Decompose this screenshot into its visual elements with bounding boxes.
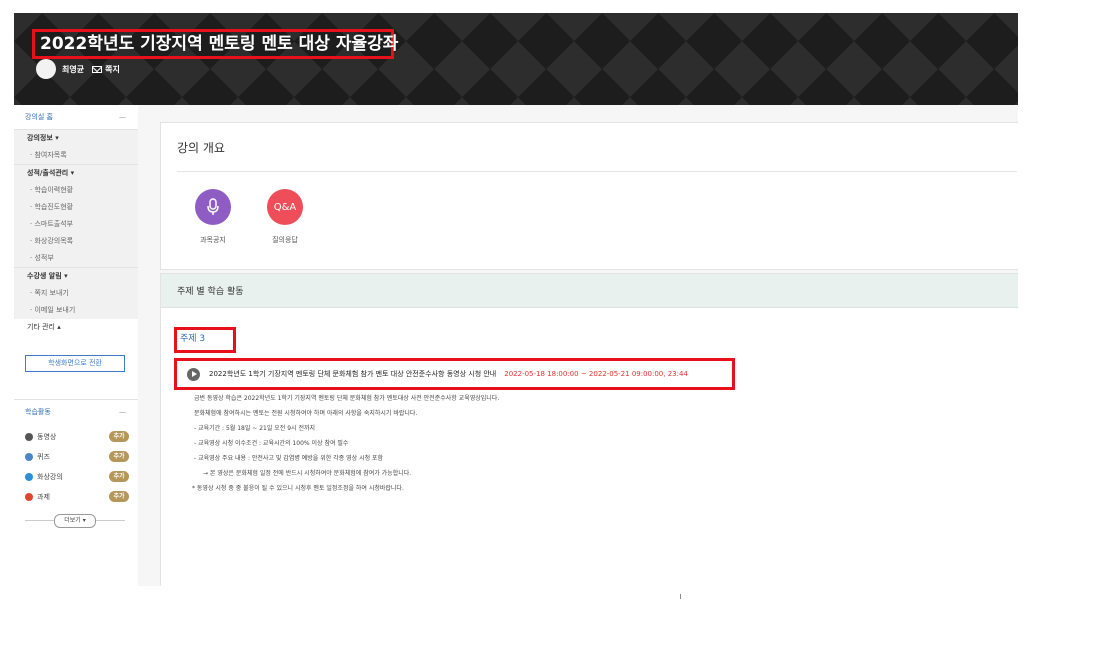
description-line: - 교육영상 주요 내용 : 안전사고 및 감염병 예방을 위한 각종 영상 시… [194, 455, 384, 462]
topics-header: 주제 별 학습 활동 [161, 274, 1018, 308]
course-header: 2022학년도 기장지역 멘토링 멘토 대상 자율강좌 최영균 쪽지 [14, 13, 1018, 105]
video-title[interactable]: 2022학년도 1학기 기장지역 멘토링 단체 문화체험 참가 멘토 대상 안전… [209, 369, 496, 379]
video-conference-icon [25, 473, 33, 481]
activity-quiz[interactable]: 퀴즈 추가 [25, 450, 129, 464]
add-button[interactable]: 추가 [109, 471, 129, 482]
add-button[interactable]: 추가 [109, 451, 129, 462]
sidebar-item-gradebook[interactable]: · 성적부 [14, 250, 138, 267]
activity-label: 동영상 [37, 433, 57, 441]
sidebar-item-participants[interactable]: · 참여자목록 [14, 147, 138, 164]
activity-label: 과제 [37, 493, 50, 501]
microphone-icon[interactable] [195, 189, 231, 225]
course-overview-card: 강의 개요 과목공지 Q&A 질의응답 [160, 122, 1018, 270]
topics-title: 주제 별 학습 활동 [177, 287, 244, 297]
lms-page: 2022학년도 기장지역 멘토링 멘토 대상 자율강좌 최영균 쪽지 강의실 홈… [14, 13, 1018, 586]
sidebar-menu: 강의정보 ▾ · 참여자목록 성적/출석관리 ▾ · 학습이력현황 · 학습진도… [14, 129, 138, 319]
sidebar-group-other[interactable]: 기타 관리 ▴ [14, 319, 138, 336]
video-icon [25, 433, 33, 441]
description-line: 문화체험에 참여하시는 멘토는 전원 시청하여야 하며 아래의 사항을 숙지하시… [194, 410, 418, 417]
sidebar-group-notify[interactable]: 수강생 알림 ▾ [14, 267, 138, 285]
sidebar-item-attendance[interactable]: · 스마트출석부 [14, 216, 138, 233]
description-line: - 교육영상 시청 이수조건 : 교육시간의 100% 이상 참여 필수 [194, 440, 349, 447]
course-title: 2022학년도 기장지역 멘토링 멘토 대상 자율강좌 [32, 29, 398, 59]
collapse-icon[interactable]: — [119, 400, 126, 424]
sidebar-item-send-email[interactable]: · 이메일 보내기 [14, 302, 138, 319]
divider [177, 171, 1017, 172]
description-line: 금번 동영상 학습은 2022학년도 1학기 기장지역 멘토링 단체 문화체험 … [194, 395, 500, 402]
user-name[interactable]: 최영균 [62, 64, 84, 75]
topic-name[interactable]: 주제 3 [174, 327, 236, 353]
avatar[interactable] [36, 59, 56, 79]
topic-activities-card: 주제 별 학습 활동 주제 3 2022학년도 1학기 기장지역 멘토링 단체 … [160, 273, 1018, 586]
qa-icon[interactable]: Q&A [267, 189, 303, 225]
activity-header[interactable]: 학습활동 — [14, 399, 138, 423]
collapse-icon[interactable]: — [119, 105, 126, 129]
description-line: → 본 영상은 문화체험 일정 전에 반드시 시청하여야 문화체험에 참여가 가… [203, 470, 412, 477]
sidebar-item-history[interactable]: · 학습이력현황 [14, 182, 138, 199]
mail-icon[interactable] [92, 65, 103, 73]
overview-title: 강의 개요 [177, 141, 225, 155]
video-activity[interactable]: 2022학년도 1학기 기장지역 멘토링 단체 문화체험 참가 멘토 대상 안전… [174, 358, 735, 390]
learner-view-button[interactable]: 학생화면으로 전환 [25, 355, 125, 372]
microphone-glyph [207, 198, 219, 215]
sidebar: 강의실 홈 — 강의정보 ▾ · 참여자목록 성적/출석관리 ▾ · 학습이력현… [14, 105, 139, 586]
quiz-icon [25, 453, 33, 461]
activity-video[interactable]: 동영상 추가 [25, 430, 129, 444]
more-button[interactable]: 더보기 ▾ [54, 514, 96, 528]
message-link[interactable]: 쪽지 [105, 64, 120, 75]
main-content: 강의 개요 과목공지 Q&A 질의응답 주제 별 학습 활동 주제 3 2022… [138, 105, 1018, 586]
description-line: - 교육기간 : 5월 18일 ~ 21일 오전 9시 전까지 [194, 425, 316, 432]
description-line: * 동영상 시청 중 중 불응이 될 수 있으니 시청후 멘토 일정조정을 하여… [192, 485, 404, 492]
assignment-icon [25, 493, 33, 501]
play-icon[interactable] [187, 367, 200, 381]
sidebar-item-video-lectures[interactable]: · 화상강의목록 [14, 233, 138, 250]
video-period: 2022-05-18 18:00:00 ~ 2022-05-21 09:00:0… [504, 370, 688, 378]
activity-assignment[interactable]: 과제 추가 [25, 490, 129, 504]
notice-label[interactable]: 과목공지 [183, 235, 243, 245]
sidebar-group-grades[interactable]: 성적/출석관리 ▾ [14, 164, 138, 182]
activity-label: 화상강의 [37, 473, 63, 481]
activity-title[interactable]: 학습활동 [25, 408, 51, 416]
classroom-home-label[interactable]: 강의실 홈 [25, 113, 53, 121]
add-button[interactable]: 추가 [109, 431, 129, 442]
header-user-bar: 최영균 쪽지 [36, 59, 120, 79]
activity-label: 퀴즈 [37, 453, 50, 461]
qa-label[interactable]: 질의응답 [255, 235, 315, 245]
sidebar-group-course-info[interactable]: 강의정보 ▾ [14, 130, 138, 147]
divider [680, 594, 681, 599]
sidebar-classroom-home[interactable]: 강의실 홈 — [14, 105, 138, 129]
sidebar-item-send-message[interactable]: · 쪽지 보내기 [14, 285, 138, 302]
sidebar-item-progress[interactable]: · 학습진도현황 [14, 199, 138, 216]
add-button[interactable]: 추가 [109, 491, 129, 502]
activity-video-lecture[interactable]: 화상강의 추가 [25, 470, 129, 484]
qa-icon-text: Q&A [273, 201, 297, 213]
